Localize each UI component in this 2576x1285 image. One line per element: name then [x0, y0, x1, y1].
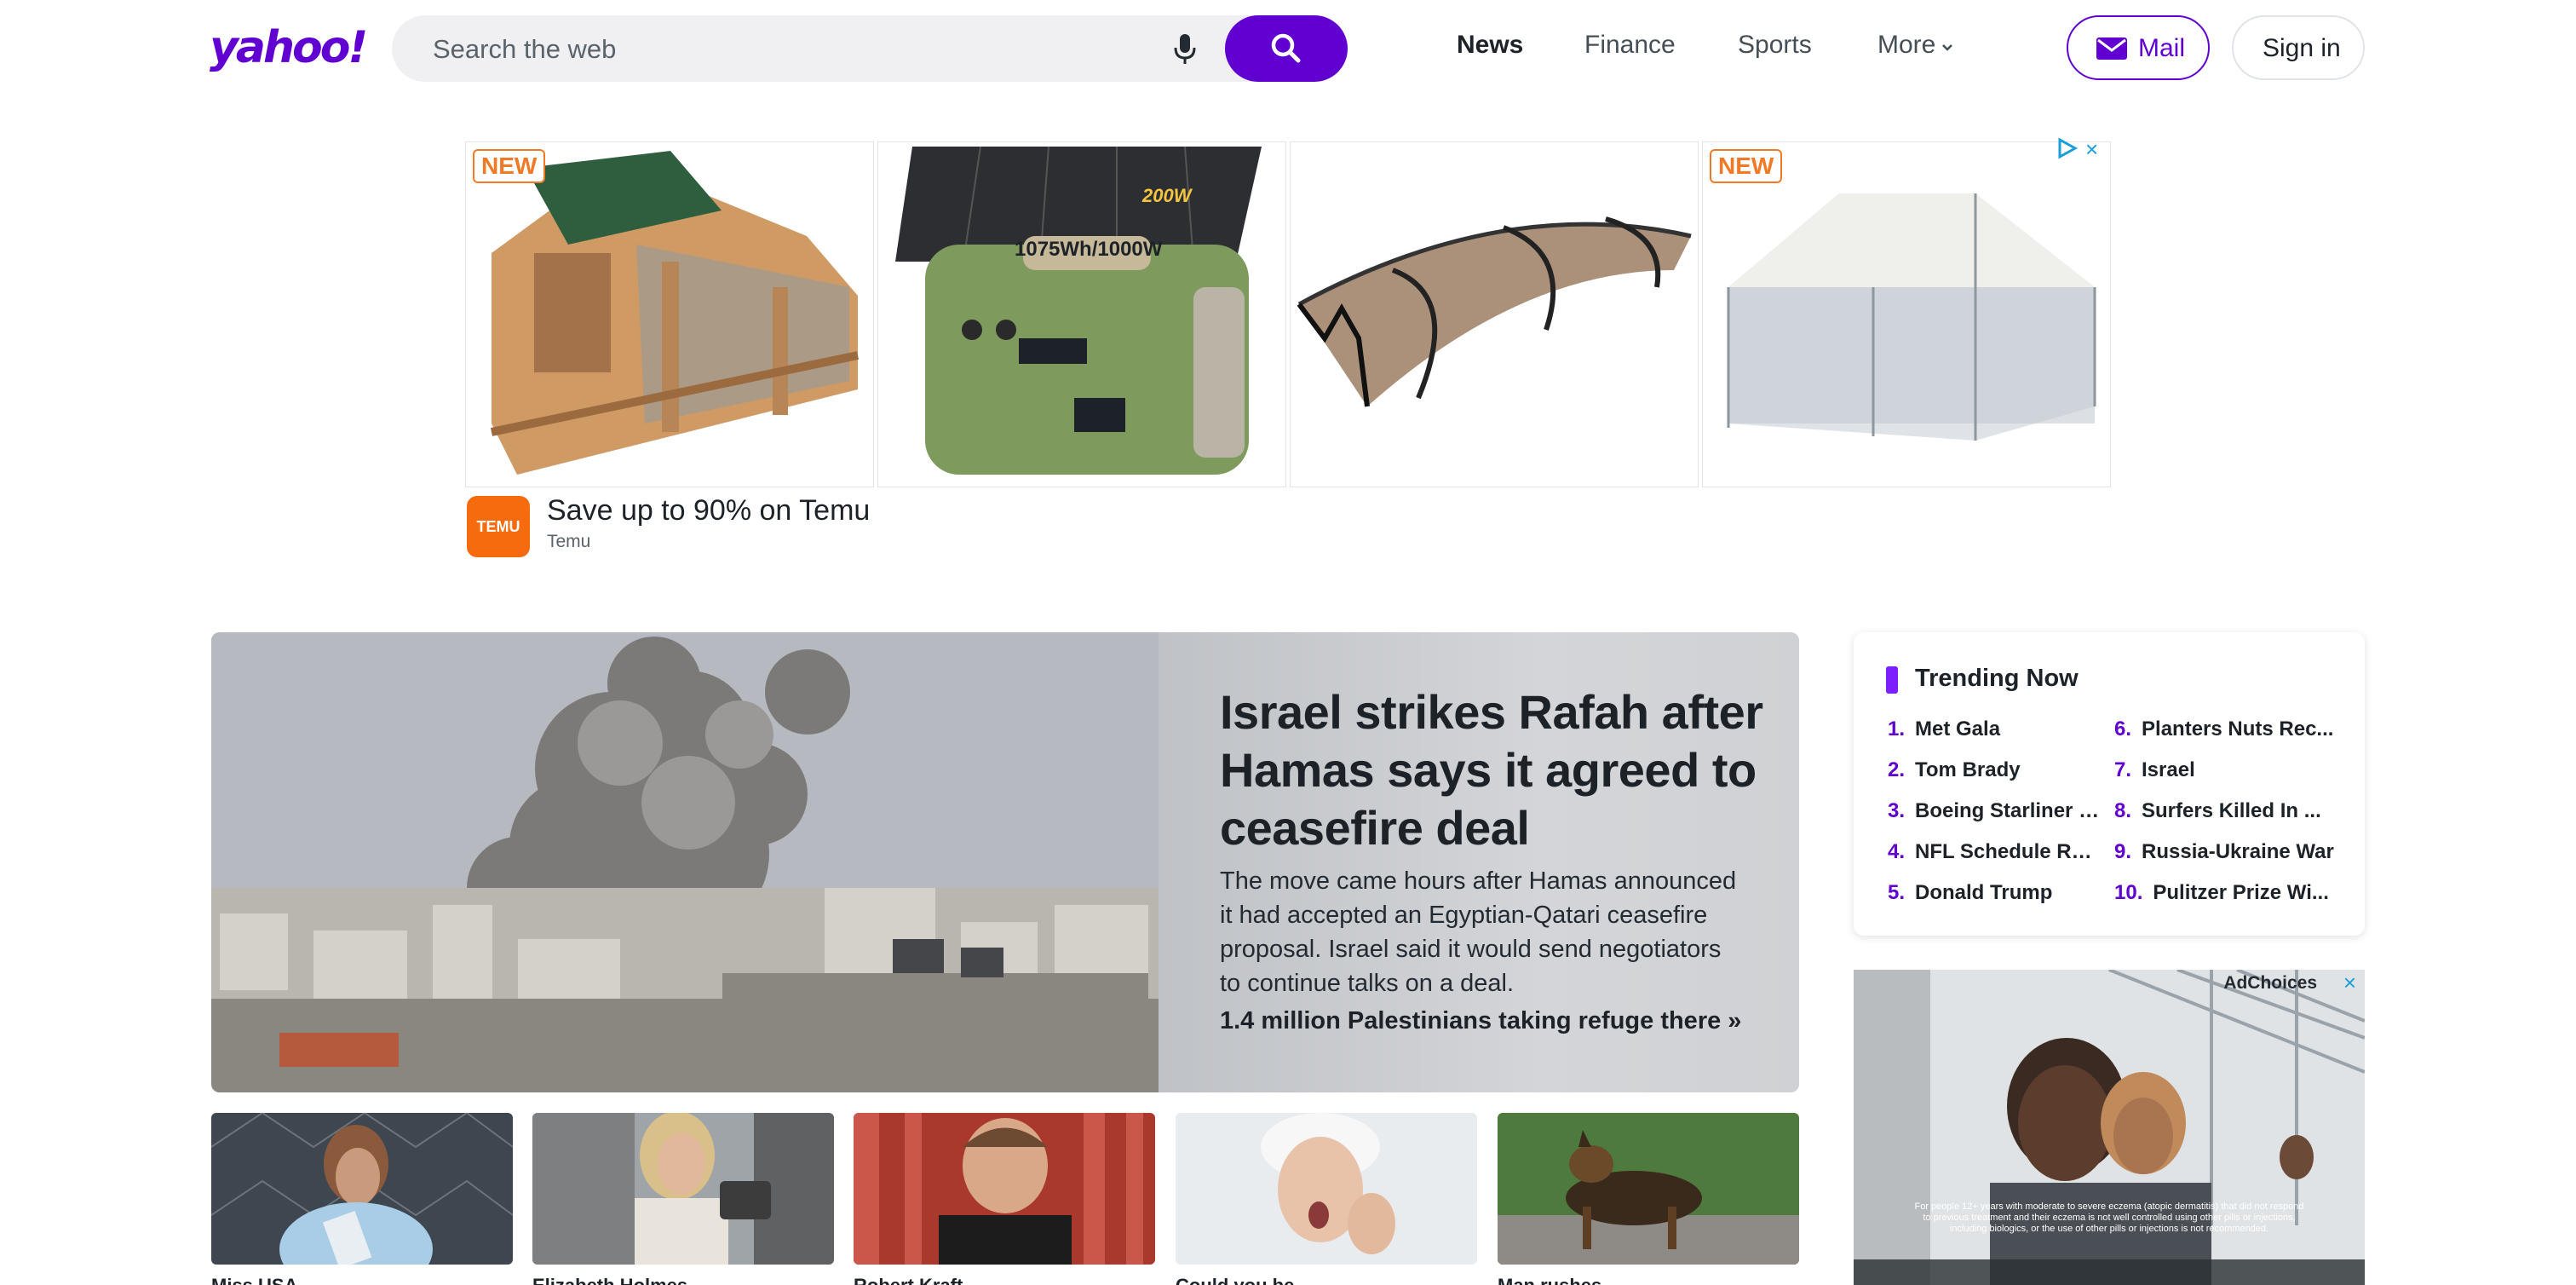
nav-more-label: More: [1877, 31, 1936, 59]
thumb-story-4[interactable]: [1176, 1113, 1477, 1265]
thumb-caption-1[interactable]: Miss USA: [211, 1275, 513, 1285]
hero-text-panel: Israel strikes Rafah after Hamas says it…: [1159, 632, 1799, 1092]
ad-200w-text: 200W: [1142, 185, 1192, 206]
thumb-caption-5[interactable]: Man rushes: [1498, 1275, 1799, 1285]
yahoo-logo[interactable]: yahoo!: [210, 22, 368, 73]
temu-logo-text: TEMU: [476, 518, 520, 535]
power-station-image: [895, 146, 1262, 475]
trending-item-3[interactable]: 3. Boeing Starliner L...: [1888, 799, 2101, 823]
nav-more[interactable]: More: [1877, 31, 1954, 60]
thumb-story-2[interactable]: [532, 1113, 834, 1265]
mail-button[interactable]: Mail: [2067, 15, 2210, 80]
mail-label: Mail: [2138, 34, 2186, 62]
ad-tile-chicken-coop[interactable]: NEW: [465, 141, 874, 487]
nav-news[interactable]: News: [1457, 31, 1523, 60]
hero-title[interactable]: Israel strikes Rafah after Hamas says it…: [1220, 683, 1765, 857]
thumb-story-3[interactable]: [854, 1113, 1155, 1265]
trending-accent-bar: [1886, 666, 1898, 694]
trending-item-2[interactable]: 2. Tom Brady: [1888, 758, 2101, 782]
ad-close-icon[interactable]: ×: [2085, 136, 2098, 163]
chicken-run-image: [1727, 193, 2096, 441]
ad-tile-awning[interactable]: [1290, 141, 1699, 487]
trending-item-6[interactable]: 6. Planters Nuts Rec...: [2114, 717, 2343, 741]
nav-sports[interactable]: Sports: [1738, 31, 1812, 60]
sign-in-button[interactable]: Sign in: [2232, 15, 2365, 80]
video-ad-close-icon[interactable]: ×: [2343, 970, 2356, 996]
trending-item-1[interactable]: 1. Met Gala: [1888, 717, 2101, 741]
hero-story[interactable]: Israel strikes Rafah after Hamas says it…: [211, 632, 1799, 1092]
video-ad-image: [1854, 970, 2365, 1285]
thumb-image-man-smiling: [854, 1113, 1155, 1265]
trending-item-5[interactable]: 5. Donald Trump: [1888, 881, 2101, 905]
chicken-coop-image: [490, 151, 860, 475]
video-ad-disclaimer: For people 12+ years with moderate to se…: [1914, 1201, 2304, 1234]
hero-related-link[interactable]: 1.4 million Palestinians taking refuge t…: [1220, 1007, 1741, 1035]
thumb-caption-2[interactable]: Elizabeth Holmes: [532, 1275, 834, 1285]
thumb-story-5[interactable]: [1498, 1113, 1799, 1265]
new-badge-2: NEW: [1710, 149, 1783, 183]
thumb-caption-3[interactable]: Robert Kraft: [854, 1275, 1155, 1285]
temu-logo[interactable]: TEMU: [467, 496, 530, 557]
sign-in-label: Sign in: [2263, 34, 2341, 62]
hero-image-smoke-over-city: [211, 632, 1159, 1092]
nav-finance[interactable]: Finance: [1584, 31, 1676, 60]
chevron-down-icon: [1941, 31, 1954, 60]
ad-title[interactable]: Save up to 90% on Temu: [547, 494, 870, 527]
search-button[interactable]: [1225, 15, 1348, 82]
adchoices-icon[interactable]: [2055, 136, 2079, 160]
ad-tile-chicken-run[interactable]: NEW: [1702, 141, 2111, 487]
video-ad[interactable]: AdChoices × For people 12+ years with mo…: [1854, 970, 2365, 1285]
search-icon: [1271, 33, 1301, 63]
thumb-image-woman-walking: [532, 1113, 834, 1265]
ad-tile-power-station[interactable]: 200W 1075Wh/1000W: [877, 141, 1286, 487]
thumb-image-woman-yawning: [1176, 1113, 1477, 1265]
ad-capacity-text: 1075Wh/1000W: [1015, 238, 1163, 261]
door-awning-image: [1297, 216, 1692, 407]
search-input[interactable]: [431, 15, 1167, 84]
trending-title: Trending Now: [1915, 665, 2079, 692]
trending-item-9[interactable]: 9. Russia-Ukraine War: [2114, 840, 2343, 864]
ad-source: Temu: [547, 532, 591, 551]
adchoices-label[interactable]: AdChoices: [2223, 973, 2317, 994]
trending-now-panel: Trending Now 1. Met Gala 2. Tom Brady 3. Bo…: [1854, 632, 2365, 936]
new-badge: NEW: [473, 149, 546, 183]
trending-item-7[interactable]: 7. Israel: [2114, 758, 2343, 782]
microphone-icon[interactable]: [1167, 31, 1203, 66]
thumb-image-german-shepherd: [1498, 1113, 1799, 1265]
mail-icon: [2096, 36, 2128, 68]
search-bar: [392, 15, 1348, 84]
thumb-caption-4[interactable]: Could you be: [1176, 1275, 1477, 1285]
trending-item-4[interactable]: 4. NFL Schedule Rel...: [1888, 840, 2101, 864]
trending-item-10[interactable]: 10. Pulitzer Prize Wi...: [2114, 881, 2343, 905]
hero-subtitle: The move came hours after Hamas announce…: [1220, 867, 1737, 997]
thumb-image-pageant: [211, 1113, 513, 1265]
thumb-story-1[interactable]: [211, 1113, 513, 1265]
trending-item-8[interactable]: 8. Surfers Killed In ...: [2114, 799, 2343, 823]
